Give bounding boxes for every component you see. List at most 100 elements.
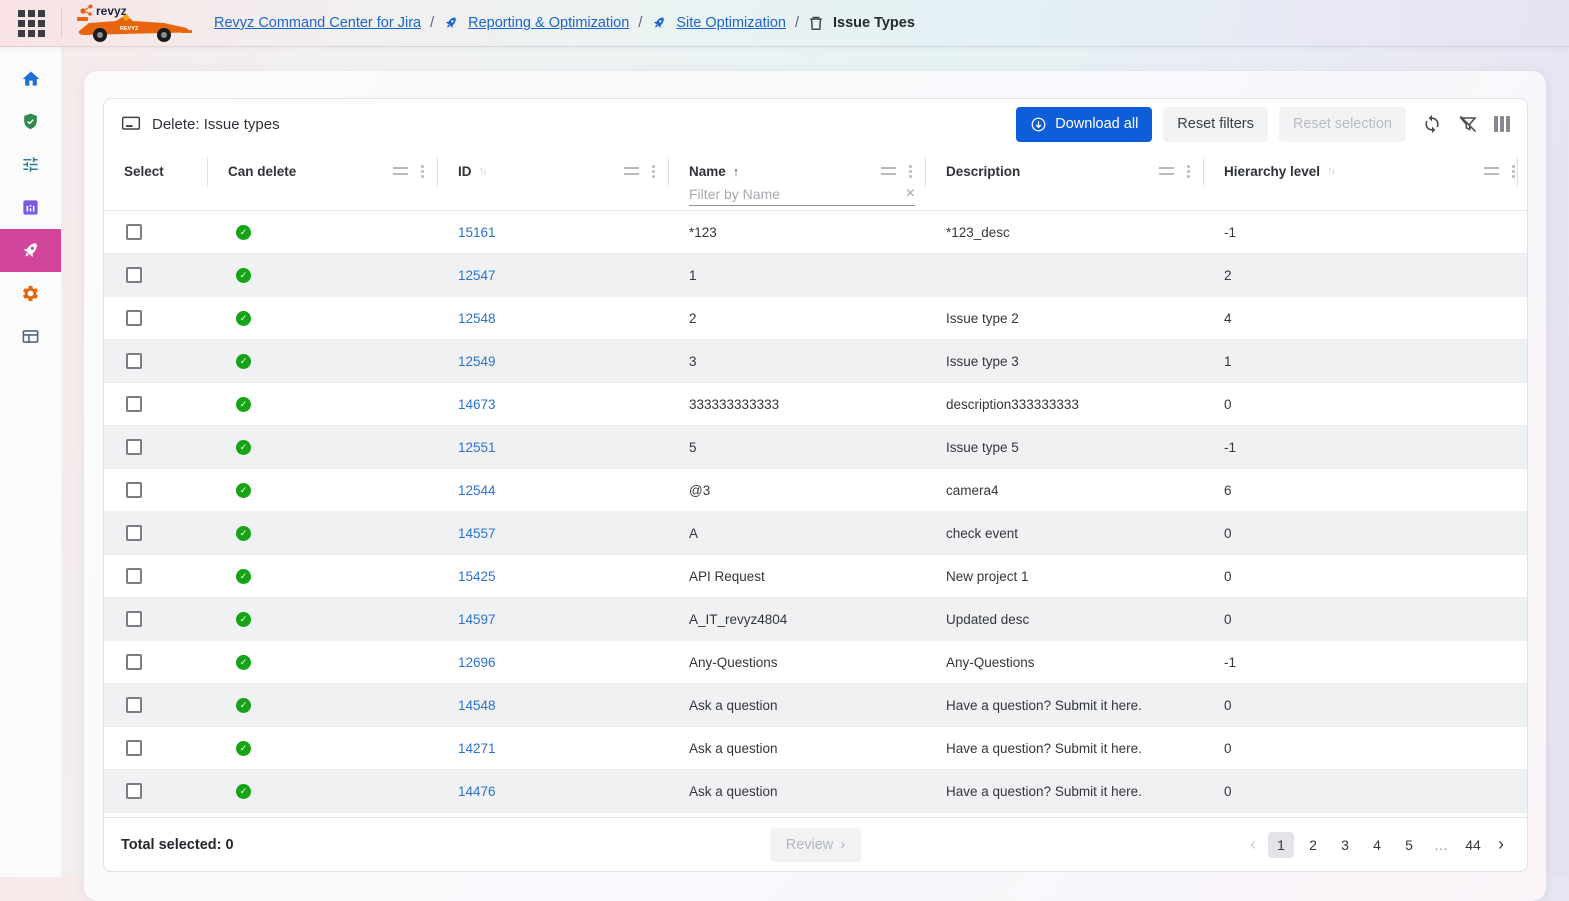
id-link[interactable]: 14548: [458, 698, 496, 713]
reset-selection-button[interactable]: Reset selection: [1279, 107, 1406, 142]
description-cell: Issue type 5: [926, 440, 1204, 455]
breadcrumb-link-site-optimization[interactable]: Site Optimization: [676, 15, 786, 31]
name-cell: 2: [669, 311, 926, 326]
page-button[interactable]: 3: [1332, 832, 1358, 858]
column-menu-icon[interactable]: [1512, 165, 1515, 178]
page-button[interactable]: 2: [1300, 832, 1326, 858]
filter-off-icon[interactable]: [1458, 114, 1478, 134]
id-link[interactable]: 14271: [458, 741, 496, 756]
sidebar-item-settings[interactable]: [0, 272, 61, 315]
hierarchy-cell: 0: [1204, 612, 1527, 627]
row-checkbox[interactable]: [126, 697, 142, 713]
next-page-button[interactable]: ›: [1492, 834, 1510, 855]
id-link[interactable]: 12549: [458, 354, 496, 369]
row-checkbox[interactable]: [126, 654, 142, 670]
can-delete-check-icon: ✓: [236, 483, 251, 498]
filter-menu-icon[interactable]: [1159, 167, 1174, 175]
page-button[interactable]: 1: [1268, 832, 1294, 858]
filter-menu-icon[interactable]: [624, 167, 639, 175]
app-switcher-icon[interactable]: [18, 10, 45, 37]
id-link[interactable]: 15425: [458, 569, 496, 584]
row-checkbox[interactable]: [126, 224, 142, 240]
clear-filter-icon[interactable]: ×: [906, 186, 915, 202]
name-filter: ×: [689, 186, 915, 206]
id-link[interactable]: 12548: [458, 311, 496, 326]
pagination: ‹ 12345…44 ›: [1244, 832, 1510, 858]
row-checkbox[interactable]: [126, 396, 142, 412]
row-checkbox[interactable]: [126, 740, 142, 756]
id-link[interactable]: 15161: [458, 225, 496, 240]
row-checkbox[interactable]: [126, 783, 142, 799]
id-link[interactable]: 12696: [458, 655, 496, 670]
sort-icon[interactable]: ↑↓: [1327, 165, 1335, 177]
id-link[interactable]: 12544: [458, 483, 496, 498]
row-checkbox[interactable]: [126, 267, 142, 283]
hierarchy-cell: 0: [1204, 698, 1527, 713]
can-delete-cell: ✓: [208, 483, 438, 498]
page-button[interactable]: 5: [1396, 832, 1422, 858]
column-menu-icon[interactable]: [421, 165, 424, 178]
sidebar-item-analytics[interactable]: [0, 186, 61, 229]
id-link[interactable]: 14673: [458, 397, 496, 412]
can-delete-cell: ✓: [208, 569, 438, 584]
column-menu-icon[interactable]: [909, 165, 912, 178]
row-checkbox[interactable]: [126, 353, 142, 369]
sidebar-item-configuration[interactable]: [0, 143, 61, 186]
table-row: ✓ 14476 Ask a question Have a question? …: [104, 770, 1527, 813]
column-menu-icon[interactable]: [652, 165, 655, 178]
hierarchy-cell: -1: [1204, 440, 1527, 455]
id-link[interactable]: 14557: [458, 526, 496, 541]
breadcrumb: Revyz Command Center for Jira / Reportin…: [214, 15, 915, 32]
previous-page-button[interactable]: ‹: [1244, 834, 1262, 855]
review-button[interactable]: Review ›: [770, 828, 862, 862]
filter-menu-icon[interactable]: [881, 167, 896, 175]
select-cell: [104, 439, 208, 455]
row-checkbox[interactable]: [126, 611, 142, 627]
page-ellipsis: …: [1428, 832, 1454, 858]
pagination-pages: 12345…44: [1268, 832, 1486, 858]
row-checkbox[interactable]: [126, 439, 142, 455]
filter-menu-icon[interactable]: [1484, 167, 1499, 175]
rocket-icon: [651, 15, 667, 31]
can-delete-cell: ✓: [208, 655, 438, 670]
id-cell: 12544: [438, 483, 669, 498]
sidebar-item-home[interactable]: [0, 57, 61, 100]
columns-icon[interactable]: [1494, 116, 1510, 132]
row-checkbox[interactable]: [126, 310, 142, 326]
name-cell: Ask a question: [669, 784, 926, 799]
id-cell: 15425: [438, 569, 669, 584]
sidebar-item-backup[interactable]: [0, 100, 61, 143]
id-cell: 14476: [438, 784, 669, 799]
row-checkbox[interactable]: [126, 525, 142, 541]
id-cell: 12696: [438, 655, 669, 670]
page-button[interactable]: 44: [1460, 832, 1486, 858]
id-link[interactable]: 14476: [458, 784, 496, 799]
breadcrumb-link-reporting[interactable]: Reporting & Optimization: [468, 15, 629, 31]
filter-menu-icon[interactable]: [393, 167, 408, 175]
sort-icon[interactable]: ↑↓: [479, 165, 487, 177]
svg-text:REVYZ: REVYZ: [120, 26, 139, 32]
download-all-button[interactable]: Download all: [1016, 107, 1152, 142]
page-button[interactable]: 4: [1364, 832, 1390, 858]
can-delete-check-icon: ✓: [236, 612, 251, 627]
row-checkbox[interactable]: [126, 568, 142, 584]
name-cell: 3: [669, 354, 926, 369]
column-menu-icon[interactable]: [1187, 165, 1190, 178]
row-checkbox[interactable]: [126, 482, 142, 498]
id-link[interactable]: 14597: [458, 612, 496, 627]
breadcrumb-link-command-center[interactable]: Revyz Command Center for Jira: [214, 15, 421, 31]
can-delete-check-icon: ✓: [236, 698, 251, 713]
table-header: Select Can delete ID ↑↓ Name ↑ × Descrip…: [104, 149, 1527, 211]
name-filter-input[interactable]: [689, 186, 900, 202]
description-cell: Updated desc: [926, 612, 1204, 627]
description-cell: Have a question? Submit it here.: [926, 698, 1204, 713]
refresh-icon[interactable]: [1422, 114, 1442, 134]
reset-filters-button[interactable]: Reset filters: [1163, 107, 1268, 142]
select-cell: [104, 224, 208, 240]
column-header-can-delete: Can delete: [208, 149, 438, 189]
sidebar-item-app-window[interactable]: [0, 315, 61, 358]
sort-asc-icon[interactable]: ↑: [733, 164, 740, 179]
id-link[interactable]: 12547: [458, 268, 496, 283]
sidebar-item-optimization[interactable]: [0, 229, 61, 272]
id-link[interactable]: 12551: [458, 440, 496, 455]
